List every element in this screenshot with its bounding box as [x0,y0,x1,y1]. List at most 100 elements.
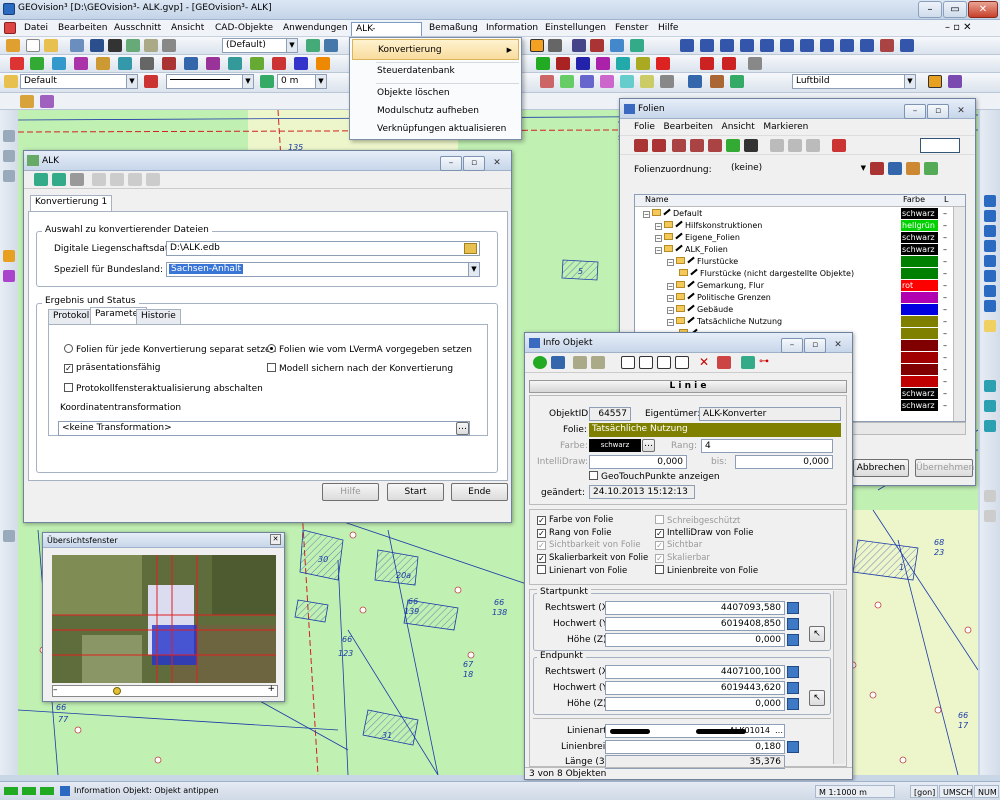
side-tool-icon[interactable] [3,150,15,162]
view-dropdown[interactable]: (Default) ▼ [222,38,298,53]
overview-slider[interactable]: – + [52,684,278,697]
layer-l-cell[interactable]: – [943,316,947,327]
save-icon[interactable] [90,39,104,52]
layer-color-cell[interactable]: schwarz [901,208,938,219]
calculator-icon[interactable] [787,682,799,694]
raster-f-icon[interactable] [640,75,654,88]
info-j-icon[interactable] [860,39,874,52]
snap-icon[interactable] [316,57,330,70]
linetype-value[interactable]: ALK01014 … [605,724,785,738]
folien-tool-icon[interactable] [634,139,648,152]
tab-historie[interactable]: Historie [136,309,181,324]
zoom-icon[interactable] [306,39,320,52]
flag-checkbox[interactable]: ✓ Skalierbarkeit von Folie [537,553,648,563]
flag-checkbox[interactable]: Schreibgeschützt [655,515,740,526]
tab-konvertierung-1[interactable]: Konvertierung 1 [30,195,113,212]
apply-button[interactable]: Übernehmen [915,459,974,477]
expand-toggle-icon[interactable]: − [655,247,662,254]
layer-l-cell[interactable]: – [943,352,947,363]
delete-icon[interactable] [70,173,84,186]
layer-color-cell[interactable]: rot [901,280,938,291]
browse-folder-icon[interactable] [464,243,477,254]
layer-l-cell[interactable]: – [943,280,947,291]
color-more-button[interactable]: … [642,439,655,452]
menu-verknuepfungen[interactable]: Verknüpfungen aktualisieren [352,119,519,140]
save-all-icon[interactable] [108,39,122,52]
layer-value[interactable]: Tatsächliche Nutzung [589,423,841,437]
end-rw-value[interactable]: 4407100,100 [605,665,785,679]
sync-icon[interactable] [610,39,624,52]
list-c-icon[interactable] [128,173,142,186]
calculator-icon[interactable] [787,698,799,710]
folien-tool-icon[interactable] [806,139,820,152]
zoom-all-icon[interactable] [984,240,996,252]
expand-toggle-icon[interactable]: − [643,211,650,218]
nav-d-icon[interactable] [984,490,996,502]
start-hw-value[interactable]: 6019408,850 [605,617,785,631]
network-icon[interactable] [630,39,644,52]
zoom-sel-icon[interactable] [984,285,996,297]
folien-tool-icon[interactable] [652,139,666,152]
folien-tool-icon[interactable] [832,139,846,152]
draw-area-icon[interactable] [250,57,264,70]
raster-settings-icon[interactable] [928,75,942,88]
nav-b-icon[interactable] [984,400,996,412]
layer-l-cell[interactable]: – [943,376,947,387]
open-folder-icon[interactable] [44,39,58,52]
layer-l-cell[interactable]: – [943,268,947,279]
folien-grid-icon[interactable] [920,138,960,153]
expand-toggle-icon[interactable]: − [667,295,674,302]
layer-tree-row[interactable]: − Hilfskonstruktionen hellgrün – [635,220,955,231]
draw-text-icon[interactable] [140,57,154,70]
layer-tree-row[interactable]: − Default schwarz – [635,208,955,219]
transform-input[interactable]: <keine Transformation> [58,421,470,436]
layer-color-cell[interactable]: hellgrün [901,220,938,231]
info-d-icon[interactable] [740,39,754,52]
end-z-value[interactable]: 0,000 [605,697,785,711]
layer-color-cell[interactable]: schwarz [901,244,938,255]
layer-l-cell[interactable]: – [943,232,947,243]
draw-circle-icon[interactable] [118,57,132,70]
grid-icon[interactable] [572,39,586,52]
start-z-value[interactable]: 0,000 [605,633,785,647]
draw-symbol-icon[interactable] [162,57,176,70]
print-icon[interactable] [162,39,176,52]
draw-polyline-icon[interactable] [52,57,66,70]
menu-alk-konverter[interactable]: ALK-Konverter [351,22,422,47]
raster-h-icon[interactable] [688,75,702,88]
checkbox-geotouch[interactable]: GeoTouchPunkte anzeigen [589,471,720,482]
linewidth-value[interactable]: 0,180 [605,740,785,754]
doc-window-controls[interactable]: – ▫ ✕ [945,22,972,33]
zoom-window-icon[interactable] [984,210,996,222]
raster-e-icon[interactable] [620,75,634,88]
alk-close-button[interactable]: ✕ [486,157,508,172]
status-green-icon[interactable] [533,356,547,369]
side-tool-icon[interactable] [3,170,15,182]
flag-checkbox[interactable]: ✓ Rang von Folie [537,528,611,538]
layer-color-cell[interactable] [901,376,938,387]
assign-tool-icon[interactable] [888,162,902,175]
edit-g-icon[interactable] [656,57,670,70]
copy-icon[interactable] [144,39,158,52]
calculator-icon[interactable] [787,634,799,646]
layer-l-cell[interactable]: – [943,328,947,339]
find-object-icon[interactable] [741,356,755,369]
option-lvermA[interactable]: Folien wie vom LVermA vorgegeben setzen [267,344,472,355]
last-object-icon[interactable] [675,356,689,369]
edit-d-icon[interactable] [596,57,610,70]
zoom-out-side-icon[interactable] [984,255,996,267]
layer-color-cell[interactable] [901,352,938,363]
raster-dropdown[interactable]: Luftbild ▼ [792,74,916,89]
overview-image[interactable] [52,555,276,683]
side-tool-icon[interactable] [3,270,15,282]
layer-l-cell[interactable]: – [943,244,947,255]
delete-icon[interactable] [700,57,714,70]
raster-c-icon[interactable] [580,75,594,88]
calculator-icon[interactable] [787,741,799,753]
edit-c-icon[interactable] [576,57,590,70]
expand-toggle-icon[interactable]: − [667,259,674,266]
export-icon[interactable] [52,173,66,186]
next-object-icon[interactable] [657,356,671,369]
folien-tool-icon[interactable] [708,139,722,152]
layer-l-cell[interactable]: – [943,364,947,375]
